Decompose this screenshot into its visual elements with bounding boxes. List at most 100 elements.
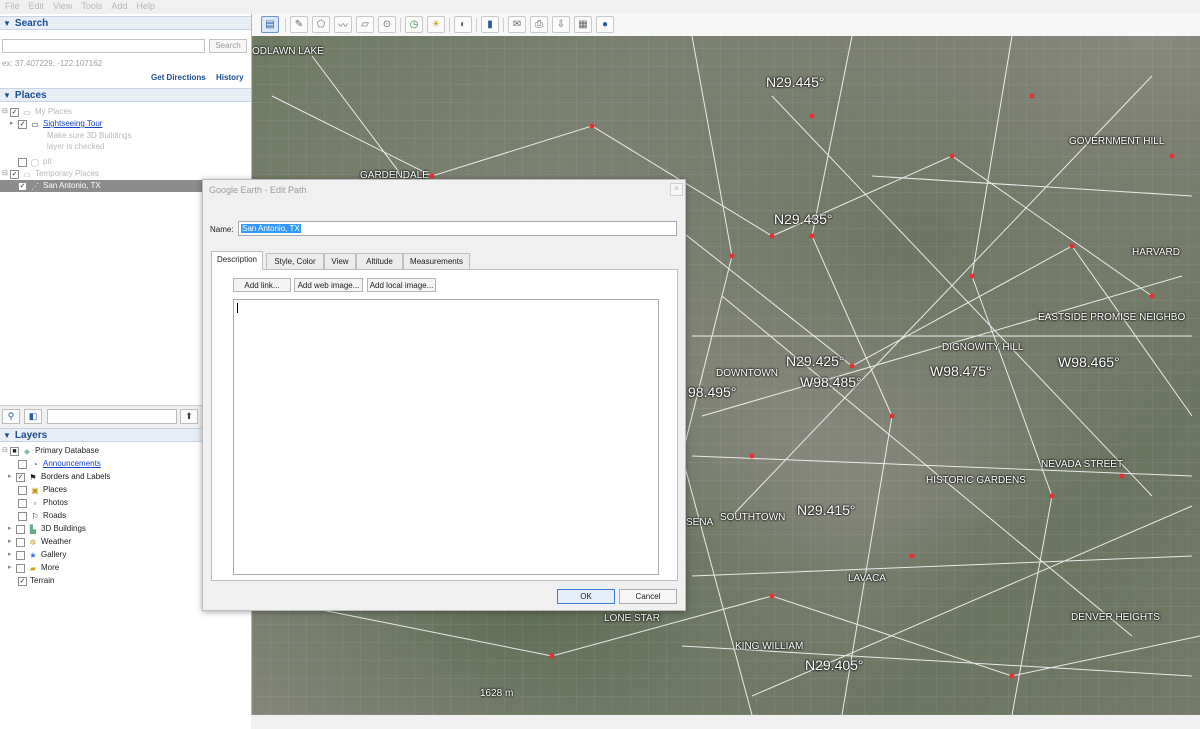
- checkbox[interactable]: ✓: [18, 181, 27, 191]
- tree-item-my-places[interactable]: ⊟ ✓ ▭ My Places: [2, 106, 72, 118]
- menu-help[interactable]: Help: [131, 0, 159, 14]
- historical-imagery-icon[interactable]: ◷: [405, 16, 423, 33]
- map-label-denver-heights: DENVER HEIGHTS: [1071, 612, 1160, 623]
- checkbox[interactable]: [18, 459, 27, 469]
- tab-style-color[interactable]: Style, Color: [266, 253, 324, 269]
- tree-item-label: San Antonio, TX: [43, 181, 101, 190]
- image-overlay-icon[interactable]: ▱: [356, 16, 374, 33]
- layer-3d-buildings[interactable]: ▸ ▙ 3D Buildings: [8, 523, 86, 535]
- history-link[interactable]: History: [216, 73, 244, 82]
- places-panel-header[interactable]: ▼ Places: [0, 88, 251, 102]
- expand-icon[interactable]: ▸: [8, 523, 16, 535]
- flag-icon: ⚑: [29, 472, 37, 482]
- polygon-icon[interactable]: ⬠: [312, 16, 330, 33]
- planets-icon[interactable]: ◐: [454, 16, 472, 33]
- layer-roads[interactable]: ⚐ Roads: [18, 510, 66, 522]
- layer-announcements[interactable]: ◔ Announcements: [18, 458, 101, 470]
- checkbox[interactable]: [18, 498, 27, 508]
- collapse-triangle-icon: ▼: [3, 19, 11, 28]
- record-tour-icon[interactable]: ⊙: [378, 16, 396, 33]
- announcements-icon: ◔: [32, 459, 38, 469]
- checkbox[interactable]: [18, 485, 27, 495]
- places-filter-input[interactable]: [47, 409, 177, 424]
- menu-file[interactable]: File: [0, 0, 24, 14]
- checkbox[interactable]: ✓: [10, 107, 19, 117]
- cancel-button[interactable]: Cancel: [619, 589, 677, 604]
- layer-places[interactable]: ▣ Places: [18, 484, 67, 496]
- layer-photos[interactable]: ▫ Photos: [18, 497, 68, 509]
- move-up-icon[interactable]: ⬆: [180, 409, 198, 424]
- maps-icon[interactable]: ▦: [574, 16, 592, 33]
- ok-button[interactable]: OK: [557, 589, 615, 604]
- search-places-icon[interactable]: ⚲: [2, 409, 20, 424]
- close-icon[interactable]: ×: [670, 183, 683, 196]
- add-link-button[interactable]: Add link...: [233, 278, 291, 292]
- map-label-latitude: N29.405°: [805, 657, 864, 673]
- sunlight-icon[interactable]: ☀: [427, 16, 445, 33]
- expand-icon[interactable]: ▸: [8, 562, 16, 574]
- photos-icon: ▫: [33, 498, 37, 508]
- layer-borders-labels[interactable]: ▸ ✓ ⚑ Borders and Labels: [8, 471, 110, 483]
- menu-edit[interactable]: Edit: [24, 0, 49, 14]
- map-label-longitude: W98.485°: [800, 374, 862, 390]
- folder-icon: ▭: [23, 169, 31, 179]
- search-panel-header[interactable]: ▼ Search: [0, 16, 251, 30]
- layer-label: Primary Database: [35, 446, 100, 455]
- path-icon[interactable]: 〰: [334, 16, 352, 33]
- checkbox[interactable]: ✓: [10, 169, 19, 179]
- expand-icon[interactable]: ▸: [8, 536, 16, 548]
- name-field[interactable]: San Antonio, TX: [238, 221, 677, 236]
- checkbox[interactable]: [16, 537, 25, 547]
- tab-altitude[interactable]: Altitude: [356, 253, 403, 269]
- map-label-latitude: N29.445°: [766, 74, 825, 90]
- ruler-icon[interactable]: ▮: [481, 16, 499, 33]
- save-image-icon[interactable]: ⇩: [552, 16, 570, 33]
- menu-view[interactable]: View: [48, 0, 76, 14]
- placemark-icon[interactable]: ✎: [290, 16, 308, 33]
- name-field-value: San Antonio, TX: [241, 224, 301, 233]
- tab-measurements[interactable]: Measurements: [403, 253, 470, 269]
- show-content-icon[interactable]: ◧: [24, 409, 42, 424]
- email-icon[interactable]: ✉: [508, 16, 526, 33]
- checkbox[interactable]: [18, 511, 27, 521]
- tree-item-pit[interactable]: ◯ pit: [18, 156, 51, 168]
- menu-add[interactable]: Add: [106, 0, 131, 14]
- checkbox[interactable]: [16, 550, 25, 560]
- layer-gallery[interactable]: ▸ ★ Gallery: [8, 549, 66, 561]
- layer-more[interactable]: ▸ ▰ More: [8, 562, 59, 574]
- map-label-latitude: N29.435°: [774, 211, 833, 227]
- checkbox[interactable]: [16, 563, 25, 573]
- layer-label[interactable]: Announcements: [43, 458, 101, 470]
- layer-terrain[interactable]: ✓ Terrain: [18, 575, 54, 587]
- sidebar-toggle-icon[interactable]: ▤: [261, 16, 279, 33]
- expand-icon[interactable]: ▸: [8, 471, 16, 483]
- print-icon[interactable]: ⎙: [530, 16, 548, 33]
- checkbox[interactable]: ✓: [18, 576, 27, 586]
- menu-tools[interactable]: Tools: [76, 0, 106, 14]
- expand-icon[interactable]: ▸: [10, 118, 18, 130]
- checkbox[interactable]: ✓: [16, 472, 25, 482]
- add-web-image-button[interactable]: Add web image...: [294, 278, 363, 292]
- search-button[interactable]: Search: [209, 39, 247, 53]
- tab-view[interactable]: View: [324, 253, 356, 269]
- checkbox[interactable]: [16, 524, 25, 534]
- checkbox[interactable]: ■: [10, 446, 19, 456]
- layer-primary-database[interactable]: ⊟ ■ ◈ Primary Database: [2, 445, 99, 457]
- tree-item-sightseeing-tour[interactable]: ▸ ✓ ▭ Sightseeing Tour: [10, 118, 102, 130]
- checkbox[interactable]: [18, 157, 27, 167]
- tree-item-temporary-places[interactable]: ⊟ ✓ ▭ Temporary Places: [2, 168, 99, 180]
- earth-gallery-icon[interactable]: ●: [596, 16, 614, 33]
- add-local-image-button[interactable]: Add local image...: [367, 278, 436, 292]
- tab-description[interactable]: Description: [211, 251, 263, 270]
- expand-icon[interactable]: ⊟: [2, 445, 10, 457]
- tree-item-label[interactable]: Sightseeing Tour: [43, 118, 102, 130]
- description-textarea[interactable]: [233, 299, 659, 575]
- expand-icon[interactable]: ⊟: [2, 168, 10, 180]
- get-directions-link[interactable]: Get Directions: [151, 73, 206, 82]
- search-input[interactable]: [2, 39, 205, 53]
- checkbox[interactable]: ✓: [18, 119, 27, 129]
- expand-icon[interactable]: ⊟: [2, 106, 10, 118]
- expand-icon[interactable]: ▸: [8, 549, 16, 561]
- layer-weather[interactable]: ▸ ✲ Weather: [8, 536, 71, 548]
- more-folder-icon: ▰: [29, 563, 37, 573]
